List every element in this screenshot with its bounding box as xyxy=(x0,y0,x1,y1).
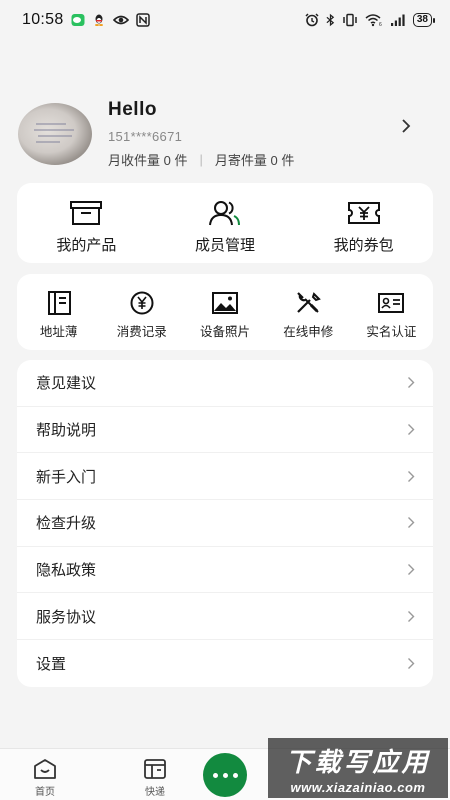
tab-home[interactable]: 首页 xyxy=(0,749,90,800)
more-dot xyxy=(212,772,218,778)
device-photos-button[interactable]: 设备照片 xyxy=(183,274,266,350)
device-photos-label: 设备照片 xyxy=(200,325,251,339)
svg-text:6: 6 xyxy=(379,22,382,27)
member-management-label: 成员管理 xyxy=(195,237,256,254)
list-item-getting-started[interactable]: 新手入门 xyxy=(17,453,433,501)
center-more-button[interactable] xyxy=(203,753,247,797)
list-item-label: 帮助说明 xyxy=(36,422,97,440)
signal-icon xyxy=(390,14,405,26)
wifi-icon: 6 xyxy=(365,14,382,27)
settings-list: 意见建议 帮助说明 新手入门 检查升级 隐私政策 服务协议 设置 xyxy=(17,360,433,687)
watermark-url: www.xiazainiao.com xyxy=(290,779,426,795)
coupon-icon xyxy=(347,202,380,224)
vibrate-icon xyxy=(343,13,357,27)
real-name-auth-button[interactable]: 实名认证 xyxy=(350,274,433,350)
home-icon xyxy=(34,759,56,779)
eye-icon xyxy=(112,15,129,25)
list-item-help[interactable]: 帮助说明 xyxy=(17,407,433,454)
my-coupons-button[interactable]: 我的券包 xyxy=(294,183,433,263)
chevron-right-icon xyxy=(408,610,415,622)
status-time: 10:58 xyxy=(22,11,64,28)
chevron-right-icon xyxy=(408,657,415,669)
online-repair-label: 在线申修 xyxy=(283,325,334,339)
profile-header[interactable]: Hello 151****6671 月收件量 0 件 | 月寄件量 0 件 xyxy=(18,96,432,172)
list-item-check-update[interactable]: 检查升级 xyxy=(17,500,433,547)
list-item-service-agreement[interactable]: 服务协议 xyxy=(17,593,433,641)
address-book-label: 地址薄 xyxy=(39,325,78,339)
list-item-label: 隐私政策 xyxy=(36,562,97,580)
stats-separator: | xyxy=(199,152,203,167)
chevron-right-icon xyxy=(408,564,415,576)
list-item-privacy-policy[interactable]: 隐私政策 xyxy=(17,547,433,594)
my-coupons-label: 我的券包 xyxy=(333,237,394,254)
alarm-icon xyxy=(305,13,319,27)
nfc-icon xyxy=(135,13,150,27)
consumption-records-label: 消费记录 xyxy=(116,325,167,339)
address-book-button[interactable]: 地址薄 xyxy=(17,274,100,350)
qq-icon xyxy=(94,14,103,26)
chevron-right-icon[interactable] xyxy=(400,118,412,134)
tab-home-label: 首页 xyxy=(35,787,55,798)
list-item-label: 新手入门 xyxy=(36,468,97,486)
status-bar: 10:58 6 38 xyxy=(0,0,450,40)
product-box-icon xyxy=(70,201,103,225)
my-products-label: 我的产品 xyxy=(56,237,117,254)
members-icon xyxy=(209,201,240,226)
chevron-right-icon xyxy=(408,470,415,482)
list-item-feedback[interactable]: 意见建议 xyxy=(17,360,433,407)
battery-icon: 38 xyxy=(412,13,436,27)
list-item-label: 服务协议 xyxy=(36,608,97,626)
tab-express[interactable]: 快递 xyxy=(110,749,200,800)
chevron-right-icon xyxy=(408,424,415,436)
my-products-button[interactable]: 我的产品 xyxy=(17,183,156,263)
express-cabinet-icon xyxy=(144,759,166,779)
monthly-received-count: 月收件量 0 件 xyxy=(108,153,188,168)
main-menu-card: 我的产品 成员管理 我的券包 xyxy=(17,183,433,263)
repair-tools-icon xyxy=(297,292,322,313)
more-dot xyxy=(222,772,228,778)
monthly-sent-count: 月寄件量 0 件 xyxy=(214,153,295,168)
watermark-overlay: 下载写应用 www.xiazainiao.com xyxy=(268,738,448,798)
bluetooth-icon xyxy=(326,13,335,27)
real-name-auth-label: 实名认证 xyxy=(366,325,417,339)
avatar[interactable] xyxy=(18,103,92,165)
tab-express-label: 快递 xyxy=(145,787,165,798)
list-item-label: 意见建议 xyxy=(36,375,97,393)
list-item-label: 检查升级 xyxy=(36,515,97,533)
list-item-label: 设置 xyxy=(36,655,67,673)
wechat-icon xyxy=(71,14,85,26)
more-dot xyxy=(232,772,238,778)
consumption-records-button[interactable]: 消费记录 xyxy=(100,274,183,350)
address-book-icon xyxy=(47,291,71,315)
chevron-right-icon xyxy=(408,517,415,529)
online-repair-button[interactable]: 在线申修 xyxy=(267,274,350,350)
image-icon xyxy=(212,292,238,314)
list-item-settings[interactable]: 设置 xyxy=(17,640,433,687)
chevron-right-icon xyxy=(408,377,415,389)
id-card-icon xyxy=(378,293,405,313)
member-management-button[interactable]: 成员管理 xyxy=(156,183,295,263)
watermark-title: 下载写应用 xyxy=(285,746,431,777)
profile-name: Hello xyxy=(108,99,157,120)
profile-phone: 151****6671 xyxy=(108,129,183,144)
tools-card: 地址薄 消费记录 设备照片 在线申修 实名认证 xyxy=(17,274,433,350)
yuan-coin-icon xyxy=(130,291,154,315)
